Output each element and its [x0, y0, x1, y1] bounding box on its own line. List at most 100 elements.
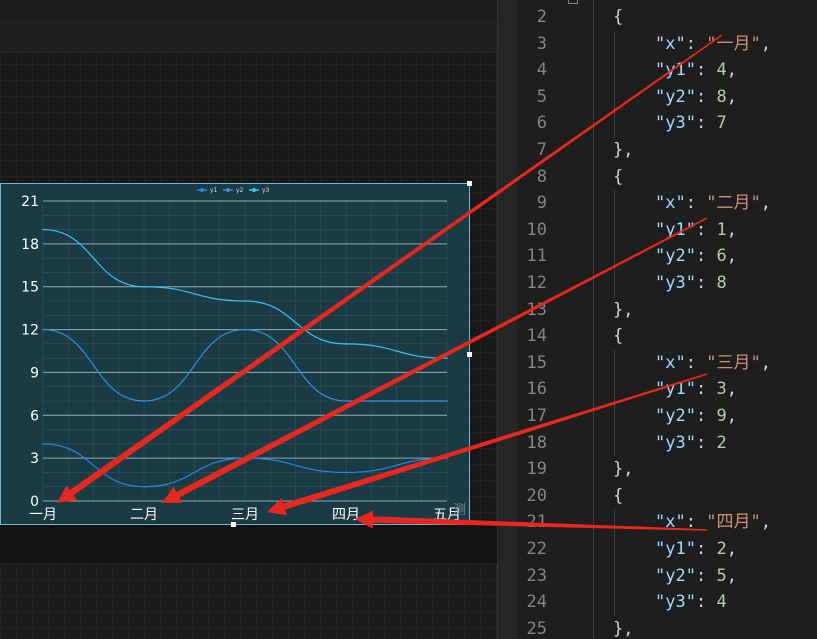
code-token-punc: , [726, 246, 737, 267]
designer-bottom-band [0, 525, 497, 563]
code-token-key: "y1" [655, 219, 696, 240]
code-text: "y3": 7 [655, 110, 727, 137]
code-text: { [613, 164, 623, 191]
designer-canvas[interactable]: 0 3 6 9 12 15 18 21 一月 二月 三月 四月 五月 y1 y2 y3 测 [0, 0, 497, 639]
code-token-key: "y3" [655, 432, 696, 453]
code-line[interactable]: 14 { [517, 323, 817, 350]
code-text: "y2": 9, [655, 403, 737, 430]
code-line[interactable]: 17 "y2": 9, [517, 403, 817, 430]
line-number: 12 [526, 273, 547, 293]
code-token-punc: , [760, 193, 771, 214]
code-token-num: 5 [716, 565, 727, 586]
json-code-editor[interactable]: 2{3 "x": "一月", 4 "y1": 4, 5 "y2": 8, 6 "y3": 77… [517, 0, 817, 639]
code-line[interactable]: 13}, [517, 297, 817, 324]
code-line[interactable]: 12 "y3": 8 [517, 270, 817, 297]
code-line[interactable]: 25}, [517, 616, 817, 639]
x-tick-label: 三月 [231, 507, 259, 523]
code-line[interactable]: 10 "y1": 1, [517, 217, 817, 244]
resize-handle-top-right[interactable] [467, 181, 472, 186]
pane-splitter[interactable] [497, 0, 518, 639]
line-number: 18 [526, 432, 547, 453]
code-text: "y3": 4 [655, 589, 727, 616]
code-text: "y3": 8 [655, 270, 727, 297]
line-number: 3 [536, 33, 547, 54]
code-line[interactable]: 6 "y3": 7 [517, 110, 817, 137]
code-token-num: 2 [716, 432, 727, 453]
code-line[interactable]: 22 "y1": 2, [517, 536, 817, 563]
code-line[interactable]: 23 "y2": 5, [517, 563, 817, 590]
y-tick-label: 18 [21, 237, 39, 253]
code-token-key: "x" [655, 512, 686, 533]
code-token-punc: : [695, 592, 717, 613]
code-token-punc: : [695, 432, 717, 453]
data-point-y1 [143, 485, 145, 488]
code-token-punc: : [685, 33, 707, 54]
line-number: 14 [526, 326, 547, 347]
designer-lower-area [0, 563, 497, 639]
data-point-y3 [42, 228, 44, 231]
code-token-key: "y3" [655, 113, 696, 134]
code-text: "y3": 2 [655, 430, 727, 457]
designer-toolbar-band [0, 20, 497, 53]
code-token-str: "三月" [706, 352, 761, 373]
code-text: }, [613, 297, 633, 324]
code-token-key: "x" [655, 193, 686, 214]
legend-marker [226, 188, 230, 192]
code-token-brace: { [613, 326, 624, 347]
line-number: 4 [536, 60, 547, 81]
code-token-key: "y2" [655, 406, 696, 426]
code-text: "y2": 6, [655, 243, 737, 270]
code-token-brace: { [613, 7, 624, 27]
code-text: }, [613, 456, 633, 483]
code-line[interactable]: 5 "y2": 8, [517, 84, 817, 111]
line-number: 20 [526, 485, 547, 506]
code-token-punc: , [726, 86, 737, 107]
code-token-key: "x" [655, 352, 686, 373]
code-token-punc: , [726, 60, 737, 81]
code-token-key: "x" [655, 33, 686, 54]
code-line[interactable]: 21 "x": "四月", [517, 509, 817, 536]
line-number: 7 [536, 140, 547, 160]
code-text: { [613, 4, 623, 31]
code-line[interactable]: 11 "y2": 6, [517, 243, 817, 270]
resize-handle-bottom[interactable] [231, 522, 236, 527]
code-line[interactable]: 2{ [517, 4, 817, 31]
code-token-punc: : [695, 86, 717, 107]
code-token-brace: }, [613, 459, 634, 480]
designer-top-band [0, 0, 497, 20]
code-line[interactable]: 8{ [517, 164, 817, 191]
code-token-punc: , [726, 406, 737, 426]
y-tick-label: 3 [30, 451, 39, 467]
code-line[interactable]: 15 "x": "三月", [517, 350, 817, 377]
resize-handle-right[interactable] [467, 352, 472, 357]
data-point-y3 [244, 300, 246, 302]
code-text: "y2": 5, [655, 563, 737, 590]
line-chart-widget[interactable]: 0 3 6 9 12 15 18 21 一月 二月 三月 四月 五月 y1 y2 y3 测 [0, 181, 472, 527]
code-text: "y1": 3, [655, 376, 737, 403]
code-line[interactable]: 24 "y3": 4 [517, 589, 817, 616]
data-point-y2 [143, 400, 145, 402]
line-number: 15 [526, 352, 547, 373]
line-number: 25 [526, 618, 547, 639]
data-point-y1 [446, 457, 448, 459]
line-number: 11 [526, 246, 547, 267]
code-token-brace: }, [613, 618, 634, 639]
code-token-brace: { [613, 485, 624, 506]
code-line[interactable]: 4 "y1": 4, [517, 57, 817, 84]
code-line[interactable]: 18 "y3": 2 [517, 430, 817, 457]
code-line[interactable]: 20 { [517, 483, 817, 510]
code-text: }, [613, 137, 633, 164]
code-token-num: 3 [716, 379, 727, 400]
code-token-punc: : [695, 539, 717, 559]
code-text: "x": "四月", [655, 509, 771, 536]
code-line[interactable]: 3 "x": "一月", [517, 31, 817, 58]
code-token-str: "二月" [706, 193, 761, 214]
code-line[interactable]: 7}, [517, 137, 817, 164]
code-line[interactable]: 19}, [517, 456, 817, 483]
line-number: 6 [536, 113, 547, 134]
code-text: "y2": 8, [655, 84, 737, 111]
code-line[interactable]: 16 "y1": 3, [517, 376, 817, 403]
data-point-y2 [244, 328, 246, 331]
code-token-punc: : [695, 379, 717, 400]
code-line[interactable]: 9 "x": "二月", [517, 190, 817, 217]
